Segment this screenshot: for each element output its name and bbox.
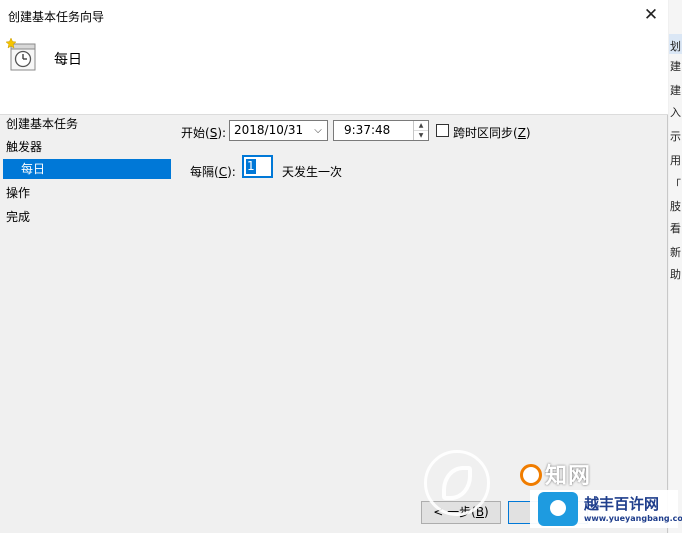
start-time-value: 9:37:48 — [344, 123, 391, 137]
nav-item-trigger[interactable]: 触发器 — [6, 138, 42, 155]
start-date-picker[interactable]: 2018/10/31 ⌵ — [229, 120, 328, 141]
recur-days-input[interactable]: 1 — [242, 155, 273, 178]
sync-label-key: Z — [517, 126, 526, 140]
chevron-down-icon[interactable]: ⌵ — [311, 121, 325, 140]
wizard-header: 每日 — [0, 30, 668, 115]
nav-item-finish[interactable]: 完成 — [6, 208, 30, 225]
bg-char: 示 — [670, 130, 681, 143]
recur-label-key: C — [218, 165, 228, 179]
time-spinner[interactable]: ▲ ▼ — [413, 121, 428, 140]
wizard-dialog: 创建基本任务向导 ✕ 每日 创建基本任务 触发器 每日 操作 完成 开始(S):… — [0, 0, 668, 533]
spin-down-icon[interactable]: ▼ — [414, 131, 428, 140]
start-label: 开始(S): — [181, 124, 226, 141]
sync-label-suffix: ) — [525, 126, 531, 140]
watermark-site-text: 越丰百许网 — [584, 495, 660, 513]
nav-item-daily[interactable]: 每日 — [3, 159, 171, 179]
sync-label-text: 跨时区同步( — [453, 126, 518, 140]
watermark-brand: 知网 — [520, 458, 591, 490]
sync-timezone-checkbox[interactable] — [436, 124, 449, 137]
watermark-brand-logo-icon — [520, 464, 542, 486]
nav-item-create-basic-task[interactable]: 创建基本任务 — [6, 115, 78, 132]
background-window-strip: 划 建 建 入 示 用 「 肢 看 新 助 — [669, 0, 682, 533]
spin-up-icon[interactable]: ▲ — [414, 121, 428, 131]
page-title: 每日 — [54, 52, 82, 68]
start-date-value: 2018/10/31 — [234, 123, 304, 137]
recur-label-text: 每隔( — [190, 165, 219, 179]
watermark-site-url: www.yueyangbang.com — [584, 514, 682, 523]
back-button-suffix: ) — [484, 505, 489, 519]
close-button[interactable]: ✕ — [640, 4, 662, 26]
recur-unit-label: 天发生一次 — [282, 165, 343, 179]
bg-char: 划 — [670, 40, 681, 53]
start-label-text: 开始( — [181, 126, 210, 140]
bg-char: 肢 — [670, 200, 681, 213]
title-bar: 创建基本任务向导 ✕ — [0, 0, 668, 30]
calendar-clock-icon — [6, 38, 36, 71]
bg-char: 入 — [670, 106, 681, 119]
watermark-site-logo-icon — [538, 492, 578, 526]
bg-char: 看 — [670, 222, 681, 235]
recur-days-value: 1 — [246, 159, 256, 174]
bg-char: 建 — [670, 60, 681, 73]
bg-char: 用 — [670, 154, 681, 167]
sync-timezone-label: 跨时区同步(Z) — [453, 124, 531, 141]
close-icon: ✕ — [643, 5, 659, 25]
window-title: 创建基本任务向导 — [8, 10, 105, 24]
start-label-suffix: ): — [217, 126, 227, 140]
bg-char: 助 — [670, 268, 681, 281]
bg-char: 新 — [670, 246, 681, 259]
recur-label-suffix: ): — [227, 165, 236, 179]
nav-item-action[interactable]: 操作 — [6, 184, 30, 201]
start-time-field[interactable]: 9:37:48 ▲ ▼ — [333, 120, 429, 141]
bg-char: 「 — [670, 178, 681, 191]
watermark-brand-text: 知网 — [545, 464, 592, 489]
bg-char: 建 — [670, 84, 681, 97]
recur-every-label: 每隔(C): — [190, 163, 236, 180]
